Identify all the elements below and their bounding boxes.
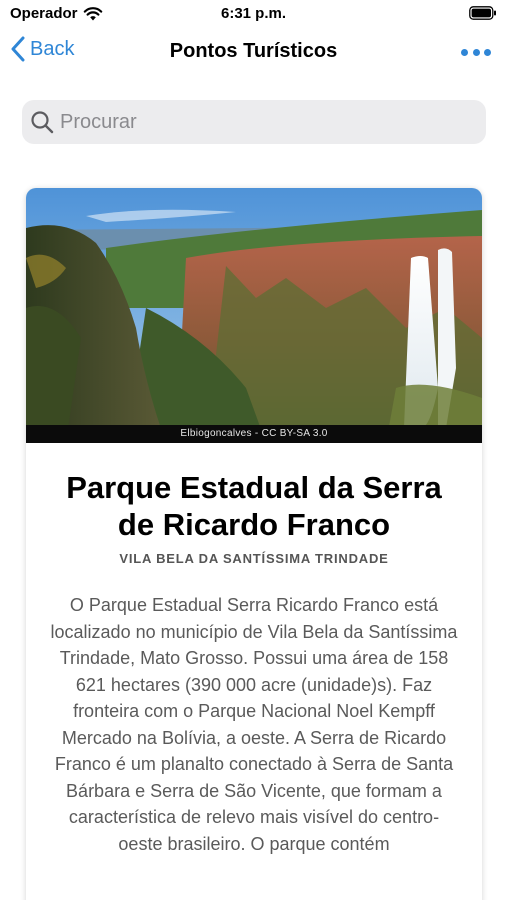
battery-icon	[469, 6, 496, 20]
image-credit: Elbiogoncalves - CC BY-SA 3.0	[26, 425, 482, 443]
place-photo: Elbiogoncalves - CC BY-SA 3.0	[26, 188, 482, 443]
status-time: 6:31 p.m.	[220, 5, 287, 22]
canyon-waterfall-image	[26, 188, 482, 443]
page-title: Pontos Turísticos	[169, 40, 338, 62]
navigation-bar: Back Pontos Turísticos	[0, 30, 507, 74]
more-options-button[interactable]	[461, 42, 491, 62]
search-bar[interactable]	[22, 100, 486, 144]
search-icon	[31, 111, 54, 134]
place-description: O Parque Estadual Serra Ricardo Franco e…	[50, 595, 458, 854]
place-card[interactable]: Elbiogoncalves - CC BY-SA 3.0 Parque Est…	[26, 188, 482, 900]
place-title: Parque Estadual da Serra de Ricardo Fran…	[66, 470, 442, 542]
search-input[interactable]	[60, 110, 460, 134]
place-location: VILA BELA DA SANTÍSSIMA TRINDADE	[119, 551, 389, 566]
status-bar: Operador 6:31 p.m.	[0, 0, 507, 28]
ellipsis-icon	[461, 48, 468, 56]
